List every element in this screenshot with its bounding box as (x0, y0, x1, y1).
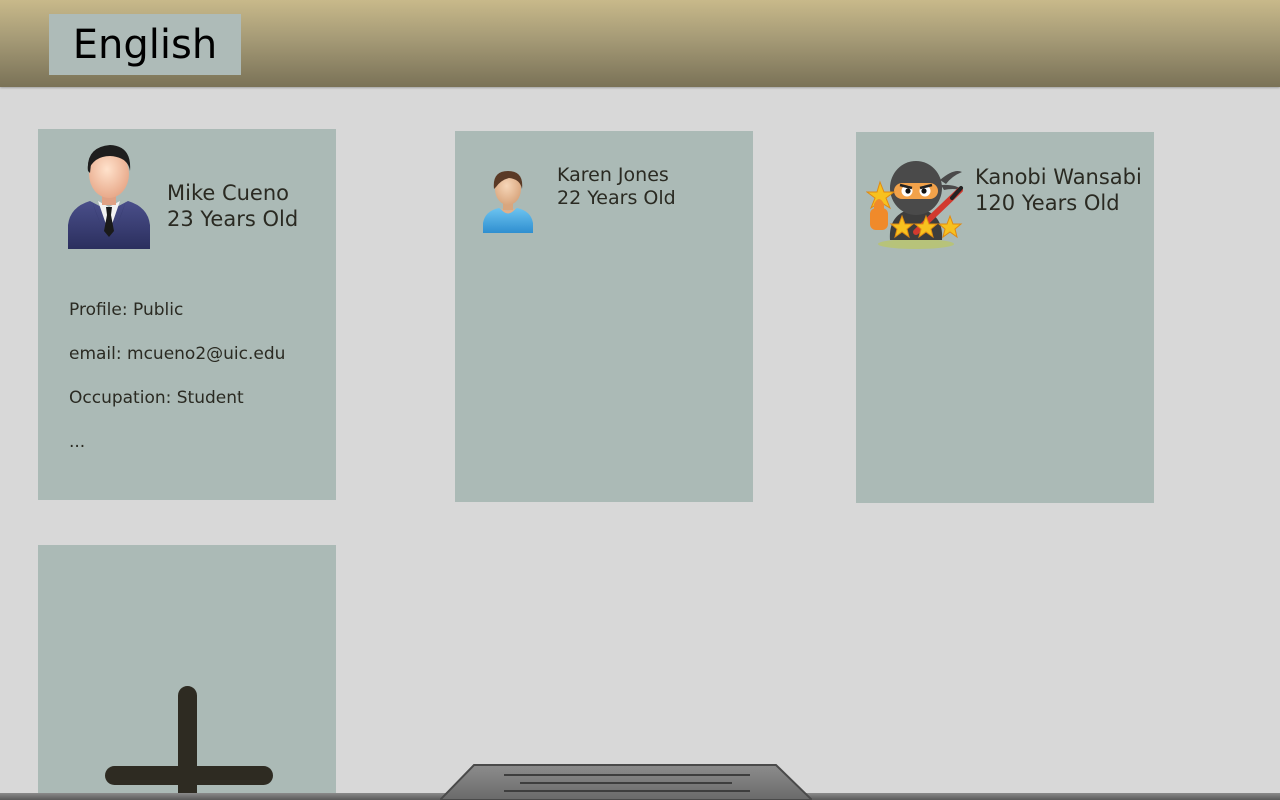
contact-name-block: Mike Cueno 23 Years Old (167, 181, 298, 232)
contact-name: Mike Cueno (167, 181, 290, 205)
contact-card-kanobi-wansabi[interactable]: Kanobi Wansabi 120 Years Old (856, 132, 1154, 503)
contact-name-block: Karen Jones 22 Years Old (557, 164, 676, 210)
language-button[interactable]: English (49, 14, 241, 75)
add-contact-button[interactable] (38, 545, 336, 800)
contact-age: 22 Years Old (557, 187, 676, 210)
contact-age: 120 Years Old (975, 190, 1120, 215)
contact-occupation: Occupation: Student (69, 388, 244, 408)
contact-card-mike-cueno[interactable]: Mike Cueno 23 Years Old Profile: Public … (38, 129, 336, 500)
contact-card-karen-jones[interactable]: Karen Jones 22 Years Old (455, 131, 753, 502)
contact-email: email: mcueno2@uic.edu (69, 344, 286, 364)
ninja-avatar-icon (866, 161, 963, 249)
profile-visibility: Profile: Public (69, 300, 184, 320)
contact-name-block: Kanobi Wansabi 120 Years Old (975, 165, 1142, 216)
contact-details: Profile: Public email: mcueno2@uic.edu O… (69, 299, 285, 475)
person-avatar-icon (483, 171, 533, 233)
contact-name: Kanobi Wansabi (975, 165, 1142, 189)
businessman-avatar-icon (68, 145, 150, 249)
more-details-ellipsis: ... (69, 432, 86, 452)
drawer-handle-icon[interactable] (440, 762, 812, 800)
contact-name: Karen Jones (557, 164, 669, 186)
top-bar: English (0, 0, 1280, 87)
contact-age: 23 Years Old (167, 206, 299, 231)
